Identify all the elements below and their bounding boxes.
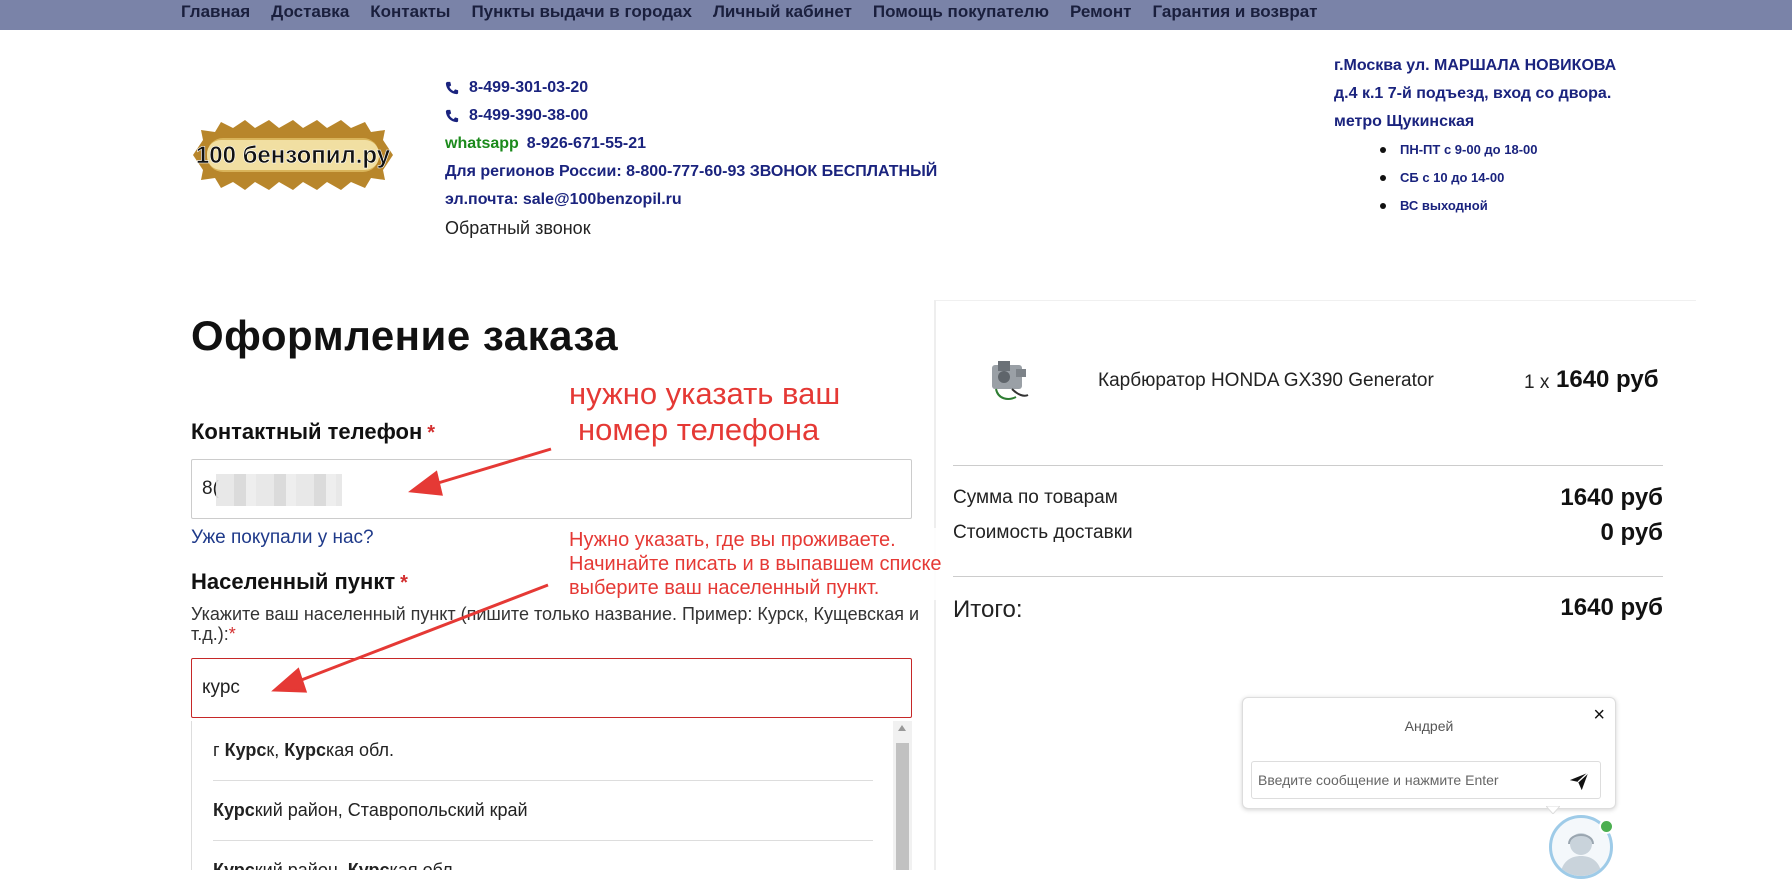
address-block: г.Москва ул. МАРШАЛА НОВИКОВА д.4 к.1 7-… bbox=[1334, 52, 1616, 220]
nav-item-help[interactable]: Помощь покупателю bbox=[873, 2, 1049, 22]
annotation-city-line-2: Начинайте писать и в выпавшем списке bbox=[569, 553, 942, 575]
phone-icon bbox=[445, 81, 459, 95]
whatsapp-row: whatsapp 8-926-671-55-21 bbox=[445, 130, 937, 158]
hours-weekdays: ПН-ПТ с 9-00 до 18-00 bbox=[1379, 136, 1616, 164]
suggestion-match: Курс bbox=[213, 860, 255, 870]
city-hint-text: Укажите ваш населенный пункт (пишите тол… bbox=[191, 604, 920, 644]
city-label-text: Населенный пункт bbox=[191, 569, 396, 594]
site-logo[interactable]: 100 бензопил.ру bbox=[193, 118, 393, 192]
chat-tail bbox=[1546, 806, 1560, 814]
suggestion-match: Курс bbox=[224, 740, 267, 760]
regions-row: Для регионов России: 8-800-777-60-93 ЗВО… bbox=[445, 158, 937, 186]
cart-divider bbox=[953, 576, 1663, 577]
phone-row-2: 8-499-390-38-00 bbox=[445, 102, 937, 130]
annotation-phone-line-1: нужно указать ваш bbox=[569, 376, 841, 411]
returning-customer-link[interactable]: Уже покупали у нас? bbox=[191, 527, 374, 549]
phone-label-text: Контактный телефон bbox=[191, 419, 423, 444]
chat-input-placeholder: Введите сообщение и нажмите Enter bbox=[1258, 772, 1499, 788]
whatsapp-label: whatsapp bbox=[445, 135, 519, 152]
nav-item-pickup-points[interactable]: Пункты выдачи в городах bbox=[471, 2, 692, 22]
product-quantity: 1 x bbox=[1524, 372, 1550, 393]
phone-field-label: Контактный телефон * bbox=[191, 419, 435, 445]
total-label: Итого: bbox=[953, 596, 1023, 623]
city-input[interactable]: курс bbox=[191, 658, 912, 718]
scroll-up-arrow-icon[interactable] bbox=[898, 725, 906, 731]
cart-top-border bbox=[936, 300, 1696, 301]
nav-item-home[interactable]: Главная bbox=[181, 2, 250, 22]
send-icon[interactable] bbox=[1568, 770, 1590, 792]
total-value: 1640 руб bbox=[1560, 594, 1663, 621]
suggestion-item[interactable]: Курский район, Курская обл. bbox=[213, 841, 873, 870]
required-mark: * bbox=[427, 422, 436, 444]
working-hours: ПН-ПТ с 9-00 до 18-00 СБ с 10 до 14-00 В… bbox=[1334, 136, 1616, 220]
chat-widget: Андрей × Введите сообщение и нажмите Ent… bbox=[1242, 697, 1616, 809]
whatsapp-number[interactable]: 8-926-671-55-21 bbox=[527, 134, 646, 154]
suggestion-item[interactable]: Курский район, Ставропольский край bbox=[213, 781, 873, 841]
hours-saturday: СБ с 10 до 14-00 bbox=[1379, 164, 1616, 192]
chat-message-input[interactable]: Введите сообщение и нажмите Enter bbox=[1251, 761, 1601, 799]
suggestion-text: кий район, bbox=[254, 860, 348, 870]
required-mark: * bbox=[228, 624, 236, 644]
phone-number-2[interactable]: 8-499-390-38-00 bbox=[469, 106, 588, 126]
suggestion-match: Курс bbox=[347, 860, 390, 870]
nav-item-contacts[interactable]: Контакты bbox=[370, 2, 450, 22]
annotation-city: Нужно указать, где вы проживаете. Начина… bbox=[569, 528, 999, 600]
nav-item-delivery[interactable]: Доставка bbox=[271, 2, 349, 22]
city-suggestions: г Курск, Курская обл. Курский район, Ста… bbox=[191, 721, 913, 870]
suggestion-match: Курс bbox=[213, 800, 255, 820]
suggestion-text: кий район, Ставропольский край bbox=[254, 800, 528, 820]
scrollbar-thumb[interactable] bbox=[896, 743, 909, 870]
logo-text: 100 бензопил.ру bbox=[196, 142, 391, 169]
suggestion-match: Курс bbox=[284, 740, 326, 760]
address-line-2: д.4 к.1 7-й подъезд, вход со двора. bbox=[1334, 85, 1612, 102]
regions-phone[interactable]: Для регионов России: 8-800-777-60-93 ЗВО… bbox=[445, 162, 937, 182]
subtotal-value: 1640 руб bbox=[1560, 484, 1663, 511]
city-field-label: Населенный пункт * bbox=[191, 569, 408, 595]
phone-redaction bbox=[216, 474, 342, 506]
suggestions-scrollbar[interactable] bbox=[893, 721, 912, 870]
contacts-block: 8-499-301-03-20 8-499-390-38-00 whatsapp… bbox=[445, 74, 937, 242]
chat-close-icon[interactable]: × bbox=[1593, 704, 1605, 727]
nav-item-account[interactable]: Личный кабинет bbox=[713, 2, 852, 22]
delivery-value: 0 руб bbox=[1600, 519, 1663, 546]
delivery-label: Стоимость доставки bbox=[953, 522, 1133, 543]
email-link[interactable]: эл.почта: sale@100benzopil.ru bbox=[445, 190, 682, 210]
suggestion-item[interactable]: г Курск, Курская обл. bbox=[213, 721, 873, 781]
city-hint: Укажите ваш населенный пункт (пишите тол… bbox=[191, 604, 921, 644]
nav-item-repair[interactable]: Ремонт bbox=[1070, 2, 1131, 22]
online-status-indicator bbox=[1599, 819, 1614, 834]
product-thumbnail[interactable] bbox=[982, 353, 1032, 407]
address-line-3: метро Щукинская bbox=[1334, 113, 1475, 130]
email-row: эл.почта: sale@100benzopil.ru bbox=[445, 186, 937, 214]
phone-input[interactable]: 8( bbox=[191, 459, 912, 519]
subtotal-label: Сумма по товарам bbox=[953, 487, 1118, 508]
phone-icon bbox=[445, 109, 459, 123]
nav-item-warranty[interactable]: Гарантия и возврат bbox=[1152, 2, 1317, 22]
address-line-1: г.Москва ул. МАРШАЛА НОВИКОВА bbox=[1334, 57, 1617, 74]
chat-agent-name: Андрей bbox=[1404, 718, 1454, 734]
callback-link[interactable]: Обратный звонок bbox=[445, 218, 591, 238]
city-input-value: курс bbox=[202, 677, 240, 698]
suggestion-text: кая обл. bbox=[326, 740, 395, 760]
annotation-phone-line-2: номер телефона bbox=[578, 412, 820, 447]
product-name[interactable]: Карбюратор HONDA GX390 Generator bbox=[1098, 370, 1434, 392]
suggestion-prefix: г bbox=[213, 740, 225, 760]
nav-menu: Главная Доставка Контакты Пункты выдачи … bbox=[181, 2, 1339, 22]
callback-row: Обратный звонок bbox=[445, 214, 937, 242]
suggestion-text: кая обл. bbox=[389, 860, 458, 870]
page-title: Оформление заказа bbox=[191, 312, 619, 359]
suggestion-text: к, bbox=[266, 740, 285, 760]
required-mark: * bbox=[400, 572, 408, 594]
cart-divider bbox=[953, 465, 1663, 466]
annotation-city-line-3: выберите ваш населенный пункт. bbox=[569, 577, 880, 599]
phone-row-1: 8-499-301-03-20 bbox=[445, 74, 937, 102]
hours-sunday: ВС выходной bbox=[1379, 192, 1616, 220]
product-price: 1640 руб bbox=[1556, 366, 1659, 393]
phone-number-1[interactable]: 8-499-301-03-20 bbox=[469, 78, 588, 98]
top-navigation: Главная Доставка Контакты Пункты выдачи … bbox=[0, 0, 1792, 30]
annotation-city-line-1: Нужно указать, где вы проживаете. bbox=[569, 529, 896, 551]
